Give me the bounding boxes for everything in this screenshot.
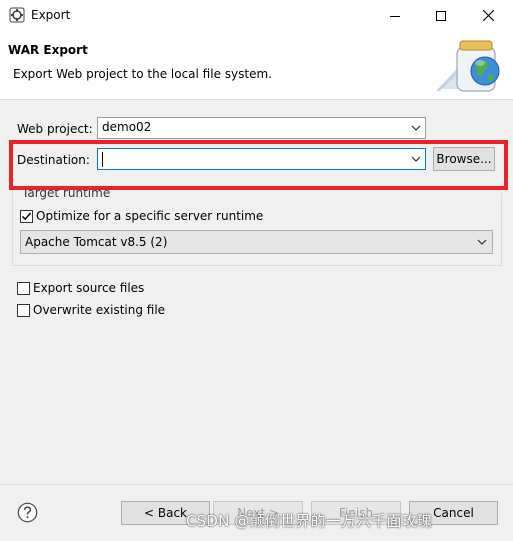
minimize-button[interactable] (372, 0, 418, 31)
csdn-watermark: CSDN @颠倒世界的一万六千面玫瑰 (186, 512, 433, 530)
runtime-value: Apache Tomcat v8.5 (2) (25, 235, 168, 249)
war-export-banner-icon (436, 37, 508, 97)
highlight-annotation (9, 140, 508, 190)
optimize-label: Optimize for a specific server runtime (36, 209, 264, 223)
web-project-combo[interactable]: demo02 (97, 117, 426, 139)
checkmark-icon (21, 212, 32, 221)
optimize-checkbox[interactable] (20, 210, 33, 223)
runtime-select[interactable]: Apache Tomcat v8.5 (2) (20, 230, 493, 254)
web-project-label: Web project: (17, 122, 93, 136)
export-dialog: Export WAR Export Export Web project to … (0, 0, 513, 541)
maximize-button[interactable] (418, 0, 464, 31)
close-icon (482, 10, 494, 21)
chevron-down-icon (477, 239, 487, 245)
overwrite-checkbox[interactable] (17, 304, 30, 317)
export-source-label: Export source files (33, 281, 145, 295)
window-title: Export (31, 8, 71, 22)
footer-separator (0, 484, 513, 485)
wizard-header: WAR Export Export Web project to the loc… (0, 31, 513, 100)
wizard-title: WAR Export (8, 43, 88, 57)
export-source-checkbox[interactable] (17, 282, 30, 295)
close-button[interactable] (465, 0, 511, 31)
eclipse-icon (9, 7, 25, 23)
maximize-icon (436, 10, 446, 21)
web-project-value: demo02 (102, 120, 152, 134)
overwrite-label: Overwrite existing file (33, 303, 166, 317)
title-bar: Export (0, 0, 513, 31)
chevron-down-icon (411, 125, 421, 131)
help-icon[interactable] (17, 502, 38, 523)
wizard-description: Export Web project to the local file sys… (13, 67, 272, 81)
minimize-icon (390, 15, 400, 17)
